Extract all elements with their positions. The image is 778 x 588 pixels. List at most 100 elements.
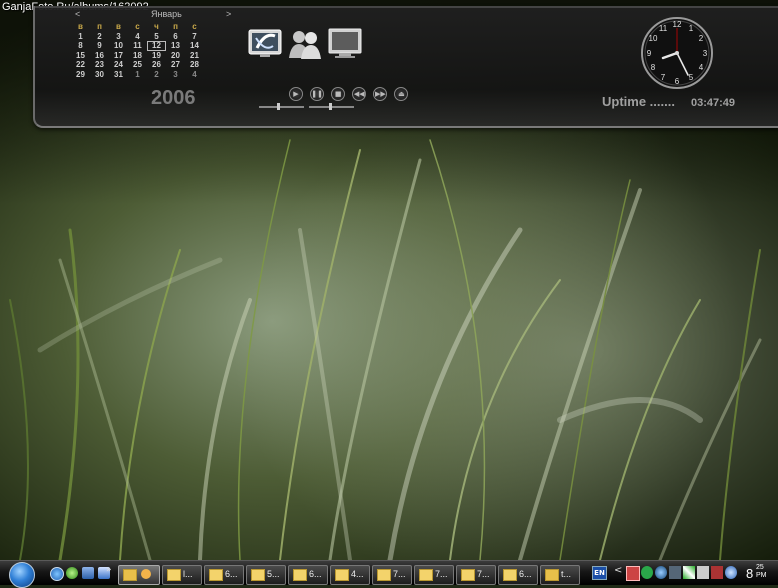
- volume-slider-handle[interactable]: [329, 103, 332, 110]
- svg-text:5: 5: [689, 73, 694, 82]
- calendar-day[interactable]: 4: [128, 32, 147, 42]
- calendar-day[interactable]: 25: [128, 60, 147, 70]
- calendar-day[interactable]: 27: [166, 60, 185, 70]
- calendar-day[interactable]: 19: [147, 51, 166, 61]
- calendar-day[interactable]: 2: [90, 32, 109, 42]
- taskbar-button[interactable]: [118, 565, 160, 585]
- svg-text:4: 4: [699, 63, 704, 72]
- calendar-weekday: п: [173, 22, 178, 31]
- calendar-day[interactable]: 13: [166, 41, 185, 51]
- taskbar-button[interactable]: l...: [162, 565, 202, 585]
- eject-button[interactable]: ⏏: [394, 87, 409, 101]
- taskbar-button[interactable]: 7...: [414, 565, 454, 585]
- taskbar-button[interactable]: 6...: [288, 565, 328, 585]
- skype-icon[interactable]: [247, 26, 283, 62]
- calendar-weekday: ч: [154, 22, 159, 31]
- svg-text:8: 8: [651, 63, 656, 72]
- play-button[interactable]: ▶: [289, 87, 303, 101]
- calendar-day[interactable]: 16: [90, 51, 109, 61]
- calendar-day[interactable]: 6: [166, 32, 185, 42]
- calendar-day[interactable]: 22: [71, 60, 90, 70]
- svg-text:7: 7: [661, 73, 666, 82]
- messenger-icon[interactable]: [287, 26, 323, 62]
- taskbar-button[interactable]: t...: [540, 565, 580, 585]
- calendar-year: 2006: [151, 87, 196, 109]
- taskbar-button-label: 5...: [267, 569, 280, 579]
- calendar-day[interactable]: 9: [90, 41, 109, 51]
- calendar-day[interactable]: 21: [185, 51, 204, 61]
- skype-tray-icon[interactable]: [725, 566, 737, 579]
- calendar-prev-button[interactable]: <: [75, 9, 80, 19]
- language-indicator[interactable]: EN: [592, 566, 607, 580]
- taskbar-button[interactable]: 6...: [204, 565, 244, 585]
- calendar-day[interactable]: 28: [185, 60, 204, 70]
- previous-button[interactable]: ◀◀: [352, 87, 367, 101]
- calendar-day[interactable]: 10: [109, 41, 128, 51]
- calendar-day-next-month[interactable]: 1: [128, 70, 147, 80]
- calendar-weekday: с: [192, 22, 197, 31]
- calendar-day[interactable]: 3: [109, 32, 128, 42]
- calendar-day[interactable]: 11: [128, 41, 147, 51]
- calendar-day[interactable]: 17: [109, 51, 128, 61]
- calendar-day[interactable]: 29: [71, 70, 90, 80]
- next-button[interactable]: ▶▶: [373, 87, 388, 101]
- calendar-day[interactable]: 7: [185, 32, 204, 42]
- taskbar-button-label: l...: [183, 569, 193, 579]
- folder-icon: [377, 569, 391, 581]
- folder-icon: [293, 569, 307, 581]
- calendar-day[interactable]: 24: [109, 60, 128, 70]
- calendar-day[interactable]: 18: [128, 51, 147, 61]
- stop-button[interactable]: ■: [331, 87, 346, 101]
- calendar-day[interactable]: 5: [147, 32, 166, 42]
- show-desktop-icon[interactable]: [82, 567, 94, 579]
- calendar-month-label: Январь: [151, 9, 182, 19]
- calendar-day[interactable]: 1: [71, 32, 90, 42]
- volume-slider[interactable]: [309, 103, 354, 110]
- calendar-day[interactable]: 8: [71, 41, 90, 51]
- svg-text:2: 2: [699, 34, 704, 43]
- tray-expand-chevron[interactable]: <: [614, 565, 622, 576]
- taskbar-button[interactable]: 6...: [498, 565, 538, 585]
- folder-icon: [251, 569, 265, 581]
- ie-icon[interactable]: [50, 567, 64, 581]
- pause-button[interactable]: ❚❚: [310, 87, 325, 101]
- calendar-weekday: с: [135, 22, 140, 31]
- taskbar-button-label: 7...: [477, 569, 490, 579]
- quick-launch-overflow-chevron[interactable]: »: [106, 565, 112, 575]
- printer-icon[interactable]: [626, 566, 640, 581]
- network-icon[interactable]: [641, 566, 653, 579]
- seek-slider[interactable]: [259, 103, 304, 110]
- calendar-day[interactable]: 20: [166, 51, 185, 61]
- calendar-day[interactable]: 14: [185, 41, 204, 51]
- calendar-day[interactable]: 23: [90, 60, 109, 70]
- display-icon[interactable]: [697, 566, 709, 579]
- calendar-day-next-month[interactable]: 2: [147, 70, 166, 80]
- taskbar-button[interactable]: 5...: [246, 565, 286, 585]
- calendar-day-next-month[interactable]: 4: [185, 70, 204, 80]
- refresh-icon[interactable]: [66, 567, 78, 579]
- svg-text:6: 6: [675, 77, 680, 86]
- calendar-day-today[interactable]: 12: [147, 41, 166, 51]
- calendar-day[interactable]: 26: [147, 60, 166, 70]
- calendar-widget: < Январь > в п в с ч п с 1 2 3 4 5 6 7 8…: [71, 9, 241, 109]
- monitor-icon[interactable]: [327, 26, 363, 62]
- play-icon: ▶: [293, 90, 299, 98]
- messenger-tray-icon[interactable]: [655, 566, 667, 579]
- calendar-day-next-month[interactable]: 3: [166, 70, 185, 80]
- taskbar-button[interactable]: 7...: [372, 565, 412, 585]
- calendar-next-button[interactable]: >: [226, 9, 231, 19]
- taskbar-button[interactable]: 7...: [456, 565, 496, 585]
- antivirus-icon[interactable]: [669, 566, 681, 579]
- calendar-day[interactable]: 15: [71, 51, 90, 61]
- calendar-day[interactable]: 31: [109, 70, 128, 80]
- svg-text:11: 11: [659, 24, 668, 33]
- seek-slider-handle[interactable]: [277, 103, 280, 110]
- taskbar-button[interactable]: 4...: [330, 565, 370, 585]
- calendar-day[interactable]: 30: [90, 70, 109, 80]
- start-orb-icon[interactable]: [9, 562, 35, 588]
- app-icon: [141, 569, 151, 579]
- security-icon[interactable]: [711, 566, 723, 579]
- chart-icon[interactable]: [683, 566, 695, 579]
- analog-clock-widget: 12 1 2 3 4 5 6 7 8 9 10 11: [641, 17, 713, 89]
- panel-divider: [35, 6, 778, 8]
